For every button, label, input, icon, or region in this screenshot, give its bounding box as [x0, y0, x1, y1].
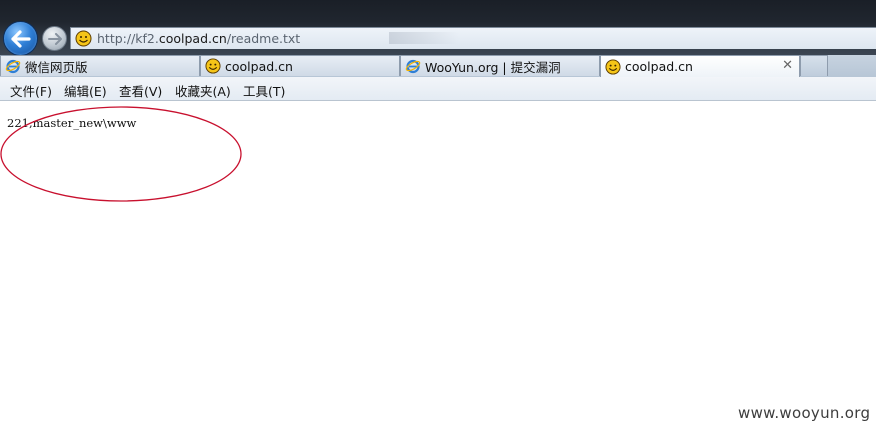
smiley-favicon-icon — [205, 58, 221, 74]
tab-label: coolpad.cn — [225, 58, 293, 74]
red-highlight-ellipse — [0, 106, 242, 202]
smiley-favicon-icon — [605, 58, 621, 75]
tab-label: 微信网页版 — [25, 59, 88, 75]
menu-tools[interactable]: 工具(T) — [243, 81, 285, 100]
tab-label: coolpad.cn — [625, 59, 693, 74]
forward-arrow-icon — [47, 32, 62, 45]
tab-coolpad-1[interactable]: coolpad.cn — [200, 55, 400, 76]
url-suffix: /readme.txt — [226, 31, 301, 46]
menu-file[interactable]: 文件(F) — [10, 81, 52, 100]
address-url[interactable]: http://kf2.coolpad.cn/readme.txt — [97, 31, 300, 46]
address-ghost-text — [389, 32, 459, 44]
url-host: coolpad.cn — [158, 31, 227, 46]
browser-toolbar: http://kf2.coolpad.cn/readme.txt — [0, 0, 876, 56]
new-tab-button[interactable] — [800, 55, 828, 76]
tab-wooyun[interactable]: WooYun.org | 提交漏洞 — [400, 55, 600, 76]
ie-icon — [405, 59, 421, 74]
ie-icon — [5, 59, 21, 74]
tab-strip: 微信网页版 coolpad.cn WooYun.org | 提交漏洞 coolp… — [0, 55, 876, 77]
back-arrow-icon — [10, 29, 31, 48]
back-button[interactable] — [3, 21, 38, 56]
menu-favorites[interactable]: 收藏夹(A) — [175, 81, 231, 100]
close-tab-icon[interactable]: ✕ — [782, 58, 793, 73]
watermark-text: www.wooyun.org — [738, 404, 871, 422]
menu-edit[interactable]: 编辑(E) — [64, 81, 107, 100]
url-prefix: http://kf2. — [97, 31, 159, 46]
tab-coolpad-active[interactable]: coolpad.cn ✕ — [600, 55, 800, 77]
tab-label: WooYun.org | 提交漏洞 — [425, 59, 561, 75]
menu-view[interactable]: 查看(V) — [119, 81, 162, 100]
smiley-favicon-icon — [75, 30, 92, 47]
address-bar[interactable]: http://kf2.coolpad.cn/readme.txt — [70, 27, 876, 49]
menu-bar: 文件(F) 编辑(E) 查看(V) 收藏夹(A) 工具(T) — [0, 77, 876, 101]
forward-button[interactable] — [42, 26, 67, 51]
tab-wechat[interactable]: 微信网页版 — [0, 55, 200, 76]
